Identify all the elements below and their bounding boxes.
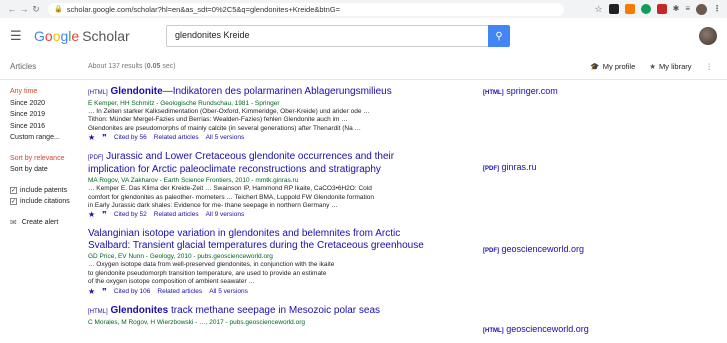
result-title-link[interactable]: [PDF] Jurassic and Lower Cretaceous glen… [88, 151, 483, 176]
result-authors: E Kemper, HH Schmitz - Geologische Runds… [88, 100, 280, 107]
fulltext-link[interactable]: [HTML] geoscienceworld.org [483, 324, 589, 334]
extension-icon-1[interactable] [608, 4, 619, 14]
star-icon: ★ [649, 62, 656, 71]
result-authors: MA Rogov, VA Zakharov - Earth Science Fr… [88, 177, 299, 185]
cite-quote-icon[interactable]: ❞ [102, 210, 107, 220]
save-star-icon[interactable]: ★ [88, 133, 95, 143]
browser-toolbar: ← → ↻ 🔒 scholar.google.com/scholar?hl=en… [0, 0, 727, 18]
filter-sidebar: Any time Since 2020 Since 2019 Since 201… [0, 80, 88, 335]
results-list: [HTML] Glendonite—Indikatoren des polarm… [88, 80, 483, 335]
result-item: [HTML] Glendonites track methane seepage… [88, 305, 483, 327]
result-title-link[interactable]: [HTML] Glendonite—Indikatoren des polarm… [88, 86, 483, 99]
scholar-logo[interactable]: Google Scholar [34, 28, 144, 44]
my-library-link[interactable]: ★ My library [649, 62, 691, 71]
related-articles-link[interactable]: Related articles [157, 287, 202, 297]
back-icon[interactable]: ← [6, 4, 18, 14]
cite-quote-icon[interactable]: ❞ [102, 133, 107, 143]
extension-icon-4[interactable] [656, 4, 667, 14]
my-profile-link[interactable]: 🎓 My profile [590, 62, 635, 71]
extensions-area: ☆ ✱ ≡ ⋮ [595, 3, 721, 15]
cited-by-link[interactable]: Cited by 52 [114, 210, 147, 220]
forward-icon[interactable]: → [18, 4, 30, 14]
lock-icon: 🔒 [54, 6, 63, 13]
create-alert-link[interactable]: ✉ Create alert [10, 217, 88, 229]
filter-any-time[interactable]: Any time [10, 86, 88, 98]
filter-since-2020[interactable]: Since 2020 [10, 98, 88, 110]
fulltext-link[interactable]: [PDF] ginras.ru [483, 162, 537, 172]
cited-by-link[interactable]: Cited by 106 [114, 287, 151, 297]
extension-icon-2[interactable] [624, 4, 635, 14]
sort-by-relevance[interactable]: Sort by relevance [10, 153, 88, 165]
bookmark-star-icon[interactable]: ☆ [595, 4, 603, 14]
result-actions: ★ ❞ Cited by 106 Related articles All 5 … [88, 287, 483, 297]
result-title-link[interactable]: [HTML] Glendonites track methane seepage… [88, 305, 483, 318]
result-snippet: … Kemper E. Das Klima der Kreide-Zeit … … [88, 185, 375, 210]
related-articles-link[interactable]: Related articles [154, 210, 199, 220]
envelope-icon: ✉ [10, 217, 17, 227]
include-patents-checkbox[interactable]: ✓ include patents [10, 185, 88, 197]
results-count: About 137 results (0.05 sec) [88, 63, 176, 70]
result-actions: ★ ❞ Cited by 52 Related articles All 9 v… [88, 210, 483, 220]
extension-icon-3[interactable] [640, 4, 651, 14]
fulltext-link[interactable]: [HTML] springer.com [483, 86, 558, 96]
url-text: scholar.google.com/scholar?hl=en&as_sdt=… [66, 4, 341, 14]
browser-avatar[interactable] [696, 3, 707, 15]
scholar-header: ☰ Google Scholar glendonites Kreide ⚲ [0, 18, 727, 54]
menu-icon[interactable]: ☰ [10, 28, 28, 44]
articles-label[interactable]: Articles [0, 62, 88, 71]
more-options-icon[interactable]: ⋮ [706, 62, 714, 71]
browser-menu-icon[interactable]: ⋮ [713, 4, 721, 14]
all-versions-link[interactable]: All 5 versions [206, 133, 245, 143]
save-star-icon[interactable]: ★ [88, 210, 95, 220]
cite-quote-icon[interactable]: ❞ [102, 287, 107, 297]
account-avatar[interactable] [699, 27, 717, 45]
all-versions-link[interactable]: All 5 versions [209, 287, 248, 297]
results-subbar: Articles About 137 results (0.05 sec) 🎓 M… [0, 54, 727, 80]
include-citations-checkbox[interactable]: ✓ include citations [10, 196, 88, 208]
search-icon: ⚲ [495, 30, 503, 42]
search-form: glendonites Kreide ⚲ [166, 25, 510, 47]
result-item: [PDF] Jurassic and Lower Cretaceous glen… [88, 151, 483, 220]
graduation-cap-icon: 🎓 [590, 62, 600, 71]
result-authors: C Morales, M Rogov, H Wierzbowski - …, 2… [88, 318, 305, 326]
result-item: [HTML] Glendonite—Indikatoren des polarm… [88, 86, 483, 143]
address-bar[interactable]: 🔒 scholar.google.com/scholar?hl=en&as_sd… [48, 2, 564, 16]
search-button[interactable]: ⚲ [488, 25, 510, 47]
extensions-puzzle-icon[interactable]: ✱ [673, 4, 680, 14]
filter-since-2019[interactable]: Since 2019 [10, 109, 88, 121]
result-title-link[interactable]: Valanginian isotope variation in glendon… [88, 228, 483, 252]
save-star-icon[interactable]: ★ [88, 287, 95, 297]
sort-by-date[interactable]: Sort by date [10, 164, 88, 176]
search-input[interactable]: glendonites Kreide [166, 25, 488, 47]
result-item: Valanginian isotope variation in glendon… [88, 228, 483, 296]
result-authors: GD Price, EV Nunn - Geology, 2010 - pubs… [88, 253, 273, 261]
fulltext-links-column: [HTML] springer.com [PDF] ginras.ru [PDF… [483, 80, 727, 335]
all-versions-link[interactable]: All 9 versions [206, 210, 245, 220]
cited-by-link[interactable]: Cited by 56 [114, 133, 147, 143]
reading-list-icon[interactable]: ≡ [685, 4, 690, 14]
result-snippet: … In Zeiten starker Kalksedimentation (O… [88, 108, 370, 132]
reload-icon[interactable]: ↻ [30, 4, 42, 15]
result-snippet: … Oxygen isotope data from well-preserve… [88, 261, 335, 286]
fulltext-link[interactable]: [PDF] geoscienceworld.org [483, 244, 584, 254]
result-actions: ★ ❞ Cited by 56 Related articles All 5 v… [88, 133, 483, 143]
related-articles-link[interactable]: Related articles [154, 133, 199, 143]
filter-since-2016[interactable]: Since 2016 [10, 121, 88, 133]
filter-custom-range[interactable]: Custom range... [10, 132, 88, 144]
